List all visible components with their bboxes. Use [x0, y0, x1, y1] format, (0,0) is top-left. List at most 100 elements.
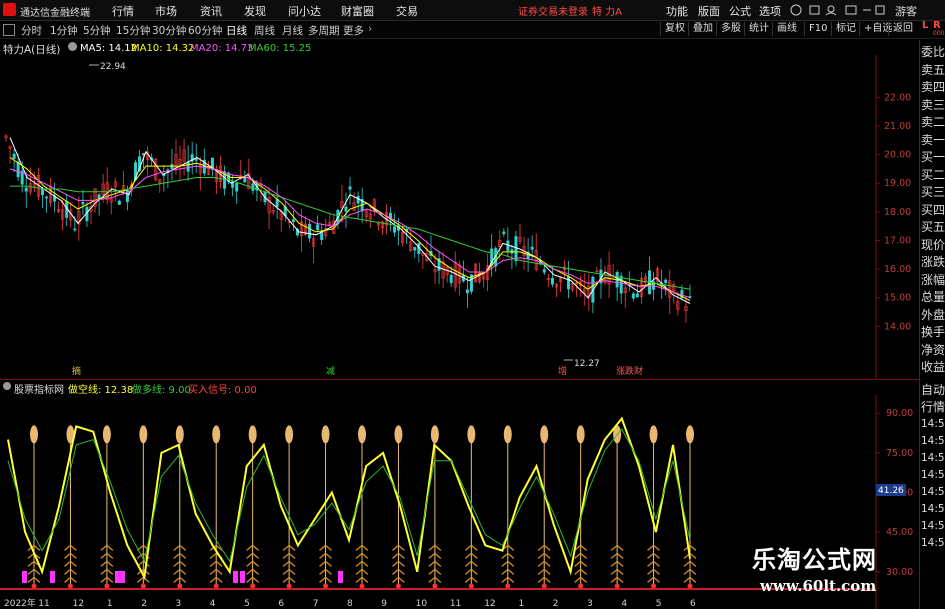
- candle-body: [291, 219, 295, 223]
- date-tick-label: 2: [141, 599, 147, 609]
- indicator-tick-label: 45.00: [886, 527, 913, 538]
- auto-quote-label[interactable]: 自动: [921, 382, 945, 398]
- watermark-url: www.60lt.com: [760, 577, 877, 595]
- tab-intraday[interactable]: 分时: [21, 23, 42, 38]
- price-tick-label: 15.00: [884, 293, 911, 304]
- candle-body: [320, 231, 324, 240]
- tick-time-label: 14:5: [921, 435, 945, 447]
- quote-field-label: 涨幅: [921, 272, 945, 287]
- tab-monthly[interactable]: 月线: [282, 23, 303, 38]
- event-label-4[interactable]: 涨跌财: [616, 365, 643, 377]
- candle-body: [117, 200, 121, 205]
- more-chevron-icon[interactable]: ›: [368, 23, 372, 35]
- signal-dot: [177, 583, 183, 589]
- low-zone-marker: [50, 571, 55, 583]
- candle-body: [635, 293, 639, 298]
- signal-head-icon: [248, 425, 257, 444]
- price-tick-label: 14.00: [884, 321, 911, 332]
- low-price-label: 12.27: [574, 359, 600, 369]
- signal-head-icon: [503, 425, 512, 444]
- ma5-value: MA5: 14.12: [80, 43, 138, 54]
- tab-5min[interactable]: 5分钟: [83, 23, 111, 38]
- quote-field-label: 涨跌: [921, 255, 945, 269]
- menu-trade[interactable]: 交易: [396, 3, 418, 19]
- date-tick-label: 12: [73, 599, 84, 609]
- signal-head-icon: [394, 425, 403, 444]
- signal-head-icon: [358, 425, 366, 444]
- menu-news[interactable]: 资讯: [200, 3, 222, 19]
- candle-body: [567, 276, 571, 290]
- candle-body: [542, 269, 546, 273]
- menu-market[interactable]: 市场: [155, 3, 177, 19]
- draw-line-button[interactable]: 画线: [772, 22, 801, 36]
- candle-body: [81, 202, 85, 205]
- candlesticks: [4, 133, 692, 323]
- tab-weekly[interactable]: 周线: [254, 23, 275, 38]
- event-label-1[interactable]: 摘: [72, 365, 81, 377]
- signal-dot: [395, 583, 401, 589]
- ma10-value: MA10: 14.32: [131, 43, 195, 54]
- tab-multi-period[interactable]: 多周期: [308, 23, 340, 38]
- price-tick-label: 16.00: [884, 264, 911, 275]
- indicator-settings-icon[interactable]: [3, 382, 11, 390]
- guest-label[interactable]: 游客: [895, 3, 917, 19]
- event-label-2[interactable]: 减: [326, 365, 335, 377]
- signal-dot: [541, 583, 547, 589]
- f10-button[interactable]: F10: [804, 22, 831, 36]
- event-label-3[interactable]: 增: [558, 365, 567, 377]
- adjust-button[interactable]: 复权: [660, 22, 689, 36]
- tick-time-label: 14:5: [921, 418, 945, 430]
- signal-dot: [323, 583, 329, 589]
- current-value: 41.26: [878, 486, 904, 496]
- tab-15min[interactable]: 15分钟: [116, 23, 150, 38]
- maximize-icon: [875, 5, 885, 15]
- quote-field-label: 卖二: [921, 115, 945, 129]
- message-icon: [790, 4, 802, 16]
- tab-daily[interactable]: 日线: [226, 23, 247, 38]
- menu-options[interactable]: 选项: [759, 3, 781, 19]
- price-chart[interactable]: 22.00 21.00 20.00 19.00 18.00 17.00 16.00 15.00…: [0, 55, 919, 380]
- signal-dot: [286, 583, 292, 589]
- skin-icon: [845, 5, 857, 15]
- tab-1min[interactable]: 1分钟: [50, 23, 78, 38]
- layout-toggle-icon[interactable]: [3, 24, 15, 36]
- auto-quote-label[interactable]: 行情: [921, 399, 945, 415]
- date-tick-label: 12: [484, 599, 495, 609]
- mark-button[interactable]: 标记: [831, 22, 860, 36]
- multi-stock-button[interactable]: 多股: [716, 22, 745, 36]
- tab-60min[interactable]: 60分钟: [188, 23, 222, 38]
- signal-dot: [468, 583, 474, 589]
- quote-field-label: 净资: [921, 342, 945, 357]
- candle-body: [664, 279, 668, 284]
- statistics-button[interactable]: 统计: [744, 22, 773, 36]
- tab-30min[interactable]: 30分钟: [152, 23, 186, 38]
- long-line-value: 做多线: 9.00: [132, 385, 191, 396]
- menu-quotes[interactable]: 行情: [112, 3, 134, 19]
- settings-dot-icon[interactable]: [68, 42, 77, 51]
- signal-dot: [67, 583, 73, 589]
- price-tick-label: 21.00: [884, 121, 911, 132]
- indicator-title[interactable]: 股票指标网: [14, 381, 64, 396]
- panel-tag-l[interactable]: L: [922, 20, 928, 31]
- overlay-button[interactable]: 叠加: [688, 22, 717, 36]
- candle-body: [243, 177, 247, 183]
- trade-login-status[interactable]: 证券交易未登录: [518, 3, 588, 18]
- quote-field-label: 换手: [921, 325, 945, 339]
- menu-discover[interactable]: 发现: [244, 3, 266, 19]
- quote-field-label: 外盘: [921, 307, 945, 322]
- menu-assistant[interactable]: 问小达: [288, 3, 321, 19]
- date-tick-label: 4: [210, 599, 216, 609]
- quote-field-label: 买三: [921, 185, 945, 199]
- menu-wealth[interactable]: 财富圈: [341, 3, 374, 19]
- candle-body: [413, 246, 417, 251]
- menu-layout[interactable]: 版面: [698, 3, 720, 19]
- candle-body: [186, 161, 190, 172]
- menu-formula[interactable]: 公式: [729, 3, 751, 19]
- date-tick-label: 3: [587, 599, 593, 609]
- tab-more[interactable]: 更多: [343, 23, 364, 38]
- back-button[interactable]: 返回: [888, 22, 917, 36]
- date-tick-label: 1: [107, 599, 113, 609]
- signal-head-icon: [649, 425, 658, 444]
- menu-function[interactable]: 功能: [666, 3, 688, 19]
- signal-head-icon: [430, 425, 439, 444]
